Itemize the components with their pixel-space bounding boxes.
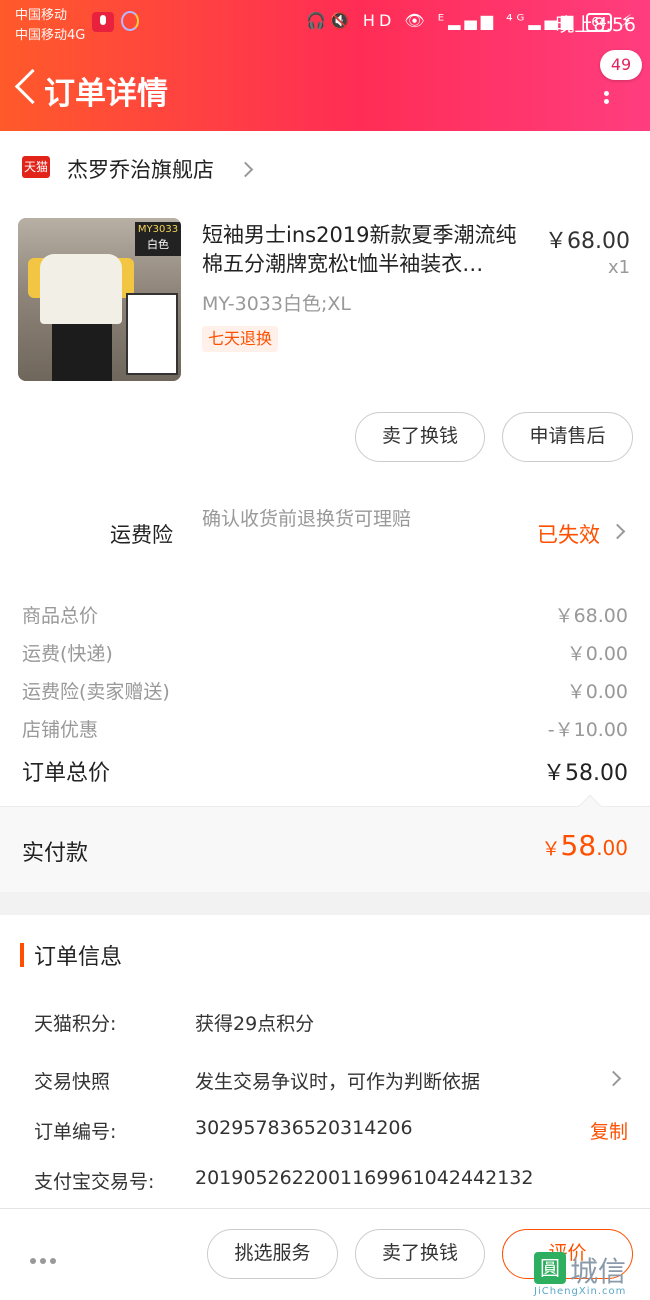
shop-name: 杰罗乔治旗舰店	[67, 158, 214, 182]
select-service-button[interactable]: 挑选服务	[207, 1229, 338, 1279]
carrier-1: 中国移动	[15, 8, 68, 23]
app-notification-icon	[121, 11, 139, 31]
copy-button[interactable]: 复制	[590, 1117, 628, 1144]
watermark-logo: 圓 城信 JiChengXin.com	[534, 1250, 650, 1300]
info-row-order-number: 订单编号: 302957836520314206 复制	[34, 1117, 628, 1144]
price-row: 店铺优惠 -￥10.00	[22, 719, 628, 741]
order-info-title: 订单信息	[34, 945, 123, 970]
clock: 晚上8:56	[555, 14, 636, 36]
status-indicator-icons: 🎧🔇 HD 👁 ᴱ▂▄▆ ⁴ᴳ▂▄▆	[306, 11, 578, 30]
status-bar: 中国移动 中国移动4G 🎧🔇 HD 👁 ᴱ▂▄▆ ⁴ᴳ▂▄▆ 64 ⚡ 晚上8:…	[0, 0, 650, 48]
product-price: ￥68.00	[545, 229, 630, 254]
info-row-snapshot[interactable]: 交易快照 发生交易争议时，可作为判断依据	[34, 1067, 628, 1095]
after-sale-button[interactable]: 申请售后	[502, 412, 633, 462]
paid-amount: ￥58.00	[541, 829, 628, 862]
order-info-section: 订单信息 天猫积分: 获得29点积分 交易快照 发生交易争议时，可作为判断依据 …	[0, 915, 650, 1208]
product-sku: MY-3033白色;XL	[202, 293, 351, 315]
message-count-badge[interactable]: 49	[600, 50, 642, 80]
chevron-right-icon	[237, 161, 254, 178]
insurance-status: 已失效	[537, 523, 600, 547]
product-title[interactable]: 短袖男士ins2019新款夏季潮流纯棉五分潮牌宽松t恤半袖装衣…	[202, 221, 532, 279]
price-row: 商品总价 ￥68.00	[22, 605, 628, 627]
carrier-2: 中国移动4G	[15, 28, 86, 43]
watermark-icon: 圓	[534, 1252, 566, 1284]
back-button[interactable]	[12, 64, 42, 108]
price-row: 运费险(卖家赠送) ￥0.00	[22, 681, 628, 703]
insurance-label: 运费险	[110, 523, 173, 547]
product-image[interactable]: MY3033 白色	[18, 218, 181, 381]
paid-amount-row: 实付款 ￥58.00	[0, 794, 650, 892]
watermark-text: 城信	[570, 1255, 627, 1288]
info-row-alipay-number: 支付宝交易号: 2019052622001169961042442132	[34, 1167, 534, 1193]
insurance-description: 确认收货前退换货可理赔	[202, 508, 412, 530]
resell-button[interactable]: 卖了换钱	[355, 412, 485, 462]
product-image-tag: MY3033 白色	[135, 222, 181, 256]
microphone-icon	[92, 12, 114, 32]
section-marker	[20, 943, 24, 967]
resell-button-bottom[interactable]: 卖了换钱	[355, 1229, 485, 1279]
nav-bar: 订单详情	[0, 48, 650, 131]
chevron-right-icon	[609, 523, 626, 540]
more-menu-icon[interactable]	[596, 88, 616, 112]
product-quantity: x1	[608, 257, 631, 278]
order-card: 天猫 杰罗乔治旗舰店 MY3033 白色 短袖男士ins2019新款夏季潮流纯棉…	[0, 131, 650, 892]
chevron-right-icon	[605, 1070, 622, 1087]
page-title: 订单详情	[44, 76, 168, 112]
order-total-row: 订单总价 ￥58.00	[22, 761, 628, 786]
info-row-points: 天猫积分: 获得29点积分	[34, 1013, 315, 1035]
tmall-logo-icon: 天猫	[22, 156, 50, 178]
more-options-icon[interactable]	[30, 1249, 60, 1268]
header: 中国移动 中国移动4G 🎧🔇 HD 👁 ᴱ▂▄▆ ⁴ᴳ▂▄▆ 64 ⚡ 晚上8:…	[0, 0, 650, 131]
price-row: 运费(快递) ￥0.00	[22, 643, 628, 665]
paid-label: 实付款	[22, 841, 89, 866]
watermark-url: JiChengXin.com	[534, 1286, 627, 1297]
return-policy-badge: 七天退换	[202, 326, 279, 352]
